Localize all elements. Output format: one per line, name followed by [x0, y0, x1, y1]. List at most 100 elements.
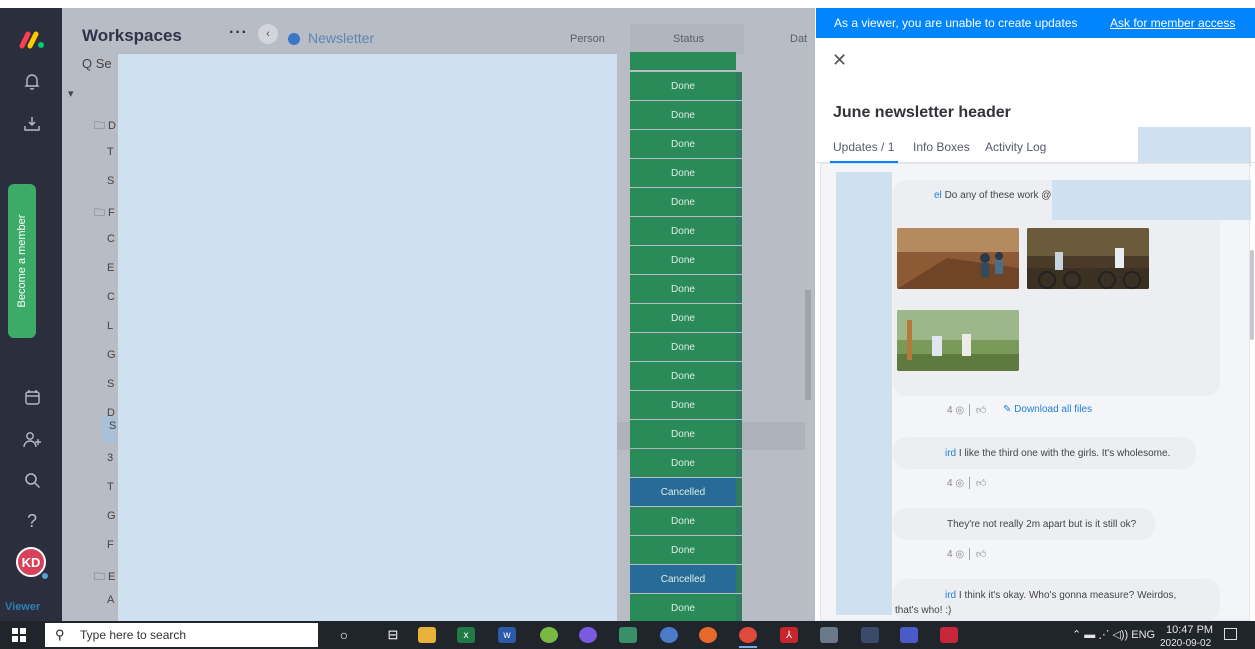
status-cell[interactable]: Done — [630, 304, 736, 332]
reply-author[interactable]: ird — [945, 590, 956, 601]
collapse-panel-button[interactable]: ‹ — [258, 24, 278, 44]
workspace-tree-item[interactable]: F — [107, 539, 114, 551]
workspace-search-input[interactable]: Q Se — [82, 56, 112, 71]
status-cell[interactable]: Done — [630, 275, 736, 303]
clock-time[interactable]: 10:47 PM — [1166, 624, 1213, 636]
app-icon[interactable] — [660, 627, 678, 643]
workspace-tree-item[interactable]: S — [109, 420, 116, 432]
workspace-tree-item[interactable]: 🗀 E — [94, 568, 115, 587]
status-cell[interactable]: Done — [630, 159, 736, 187]
excel-icon[interactable]: x — [457, 627, 475, 643]
workspace-tree-item[interactable]: S — [107, 378, 114, 390]
file-explorer-icon[interactable] — [418, 627, 436, 643]
workspace-tree-item[interactable]: G — [107, 349, 116, 361]
tab-info-boxes[interactable]: Info Boxes — [913, 140, 970, 154]
status-cell[interactable]: Done — [630, 507, 736, 535]
workspace-tree-item[interactable]: C — [107, 233, 115, 245]
board-scrollbar[interactable] — [805, 290, 811, 400]
attachment-image[interactable] — [897, 310, 1019, 371]
firefox-icon[interactable] — [699, 627, 717, 643]
like-icon[interactable]: 👍︎ — [976, 478, 986, 489]
kobo-icon[interactable] — [940, 627, 958, 643]
status-cell[interactable]: Done — [630, 101, 736, 129]
workspace-tree-item[interactable]: 3 — [107, 452, 113, 464]
close-icon[interactable]: ✕ — [832, 50, 847, 71]
status-cell[interactable]: Done — [630, 333, 736, 361]
status-cell[interactable]: Done — [630, 536, 736, 564]
row-color-edge — [736, 391, 742, 419]
clock-date[interactable]: 2020-09-02 — [1160, 638, 1211, 649]
cortana-icon[interactable]: ○ — [335, 627, 353, 643]
like-icon[interactable]: 👍︎ — [976, 549, 986, 560]
status-cell[interactable]: Done — [630, 391, 736, 419]
item-title: June newsletter header — [833, 104, 1011, 121]
workspace-tree-item[interactable]: T — [107, 146, 114, 158]
status-cell[interactable]: Done — [630, 188, 736, 216]
status-cell[interactable]: Done — [630, 130, 736, 158]
status-cell[interactable] — [630, 52, 736, 70]
invite-member-icon[interactable] — [21, 428, 43, 450]
task-view-icon[interactable]: ⊟ — [384, 627, 402, 643]
status-cell[interactable]: Cancelled — [630, 565, 736, 593]
column-header-status[interactable]: Status — [673, 33, 704, 45]
attachment-image[interactable] — [897, 228, 1019, 289]
workspace-tree-item[interactable]: L — [107, 320, 113, 332]
help-icon[interactable]: ? — [21, 510, 43, 532]
workspace-tree-item[interactable]: 🗀 F — [94, 204, 115, 223]
status-cell[interactable]: Done — [630, 246, 736, 274]
workspace-tree-item[interactable]: S — [107, 175, 114, 187]
calendar-icon[interactable] — [21, 386, 43, 408]
status-cell[interactable]: Done — [630, 449, 736, 477]
workspace-more-button[interactable]: ··· — [229, 24, 248, 42]
workspace-tree-item[interactable]: 🗀 D — [94, 117, 116, 136]
word-icon[interactable]: w — [498, 627, 516, 643]
monday-logo-icon[interactable] — [18, 28, 46, 50]
reply-views: 4 ◎ │ 👍︎ — [947, 549, 987, 560]
acrobat-icon[interactable]: ⅄ — [780, 627, 798, 643]
column-header-person[interactable]: Person — [570, 33, 605, 45]
workspace-tree-item[interactable]: G — [107, 510, 116, 522]
tab-activity-log[interactable]: Activity Log — [985, 140, 1046, 154]
feed-scrollbar[interactable] — [1250, 250, 1254, 340]
calculator-icon[interactable] — [619, 627, 637, 643]
app-icon[interactable] — [861, 627, 879, 643]
windows-start-icon[interactable] — [12, 628, 26, 642]
workspace-tree-item[interactable]: E — [107, 262, 114, 274]
app-icon[interactable] — [540, 627, 558, 643]
workspace-tree-item[interactable]: T — [107, 481, 114, 493]
system-tray[interactable]: ⌃ ▬ ⋰ ◁)) ENG — [1072, 628, 1155, 641]
update-author[interactable]: el — [934, 190, 942, 201]
column-header-date[interactable]: Dat — [790, 33, 807, 45]
status-cell[interactable]: Done — [630, 420, 736, 448]
workspace-tree-item[interactable]: C — [107, 291, 115, 303]
workspace-tree-item[interactable]: ▾ — [68, 87, 74, 100]
workspace-tree-item[interactable]: D — [107, 407, 115, 419]
tab-updates[interactable]: Updates / 1 — [833, 140, 894, 154]
bell-icon[interactable] — [21, 70, 43, 92]
status-cell[interactable]: Done — [630, 217, 736, 245]
board-name[interactable]: Newsletter — [308, 30, 374, 46]
screen: Become a member ? KD Viewer Workspaces ·… — [0, 0, 1255, 649]
status-cell[interactable]: Done — [630, 72, 736, 100]
workspace-tree-item[interactable]: A — [107, 594, 114, 606]
become-member-button[interactable]: Become a member — [8, 184, 36, 338]
search-icon[interactable] — [21, 469, 43, 491]
language-indicator[interactable]: ENG — [1131, 629, 1155, 641]
teams-icon[interactable] — [900, 627, 918, 643]
row-color-edge — [736, 507, 742, 535]
status-cell[interactable]: Done — [630, 362, 736, 390]
status-cell[interactable]: Cancelled — [630, 478, 736, 506]
app-icon[interactable] — [820, 627, 838, 643]
app-icon[interactable] — [579, 627, 597, 643]
notifications-icon[interactable] — [1224, 628, 1237, 640]
like-icon[interactable]: 👍︎ — [976, 405, 986, 416]
attachment-image[interactable] — [1027, 228, 1149, 289]
status-cell[interactable]: Done — [630, 594, 736, 622]
ask-member-access-link[interactable]: Ask for member access — [1110, 16, 1235, 30]
board-dropdown-icon[interactable] — [288, 33, 300, 45]
download-all-files-link[interactable]: ✎ Download all files — [1003, 404, 1092, 415]
chrome-icon[interactable] — [739, 627, 757, 643]
inbox-download-icon[interactable] — [21, 112, 43, 134]
left-nav-rail: Become a member ? — [0, 8, 62, 621]
reply-author[interactable]: ird — [945, 448, 956, 459]
